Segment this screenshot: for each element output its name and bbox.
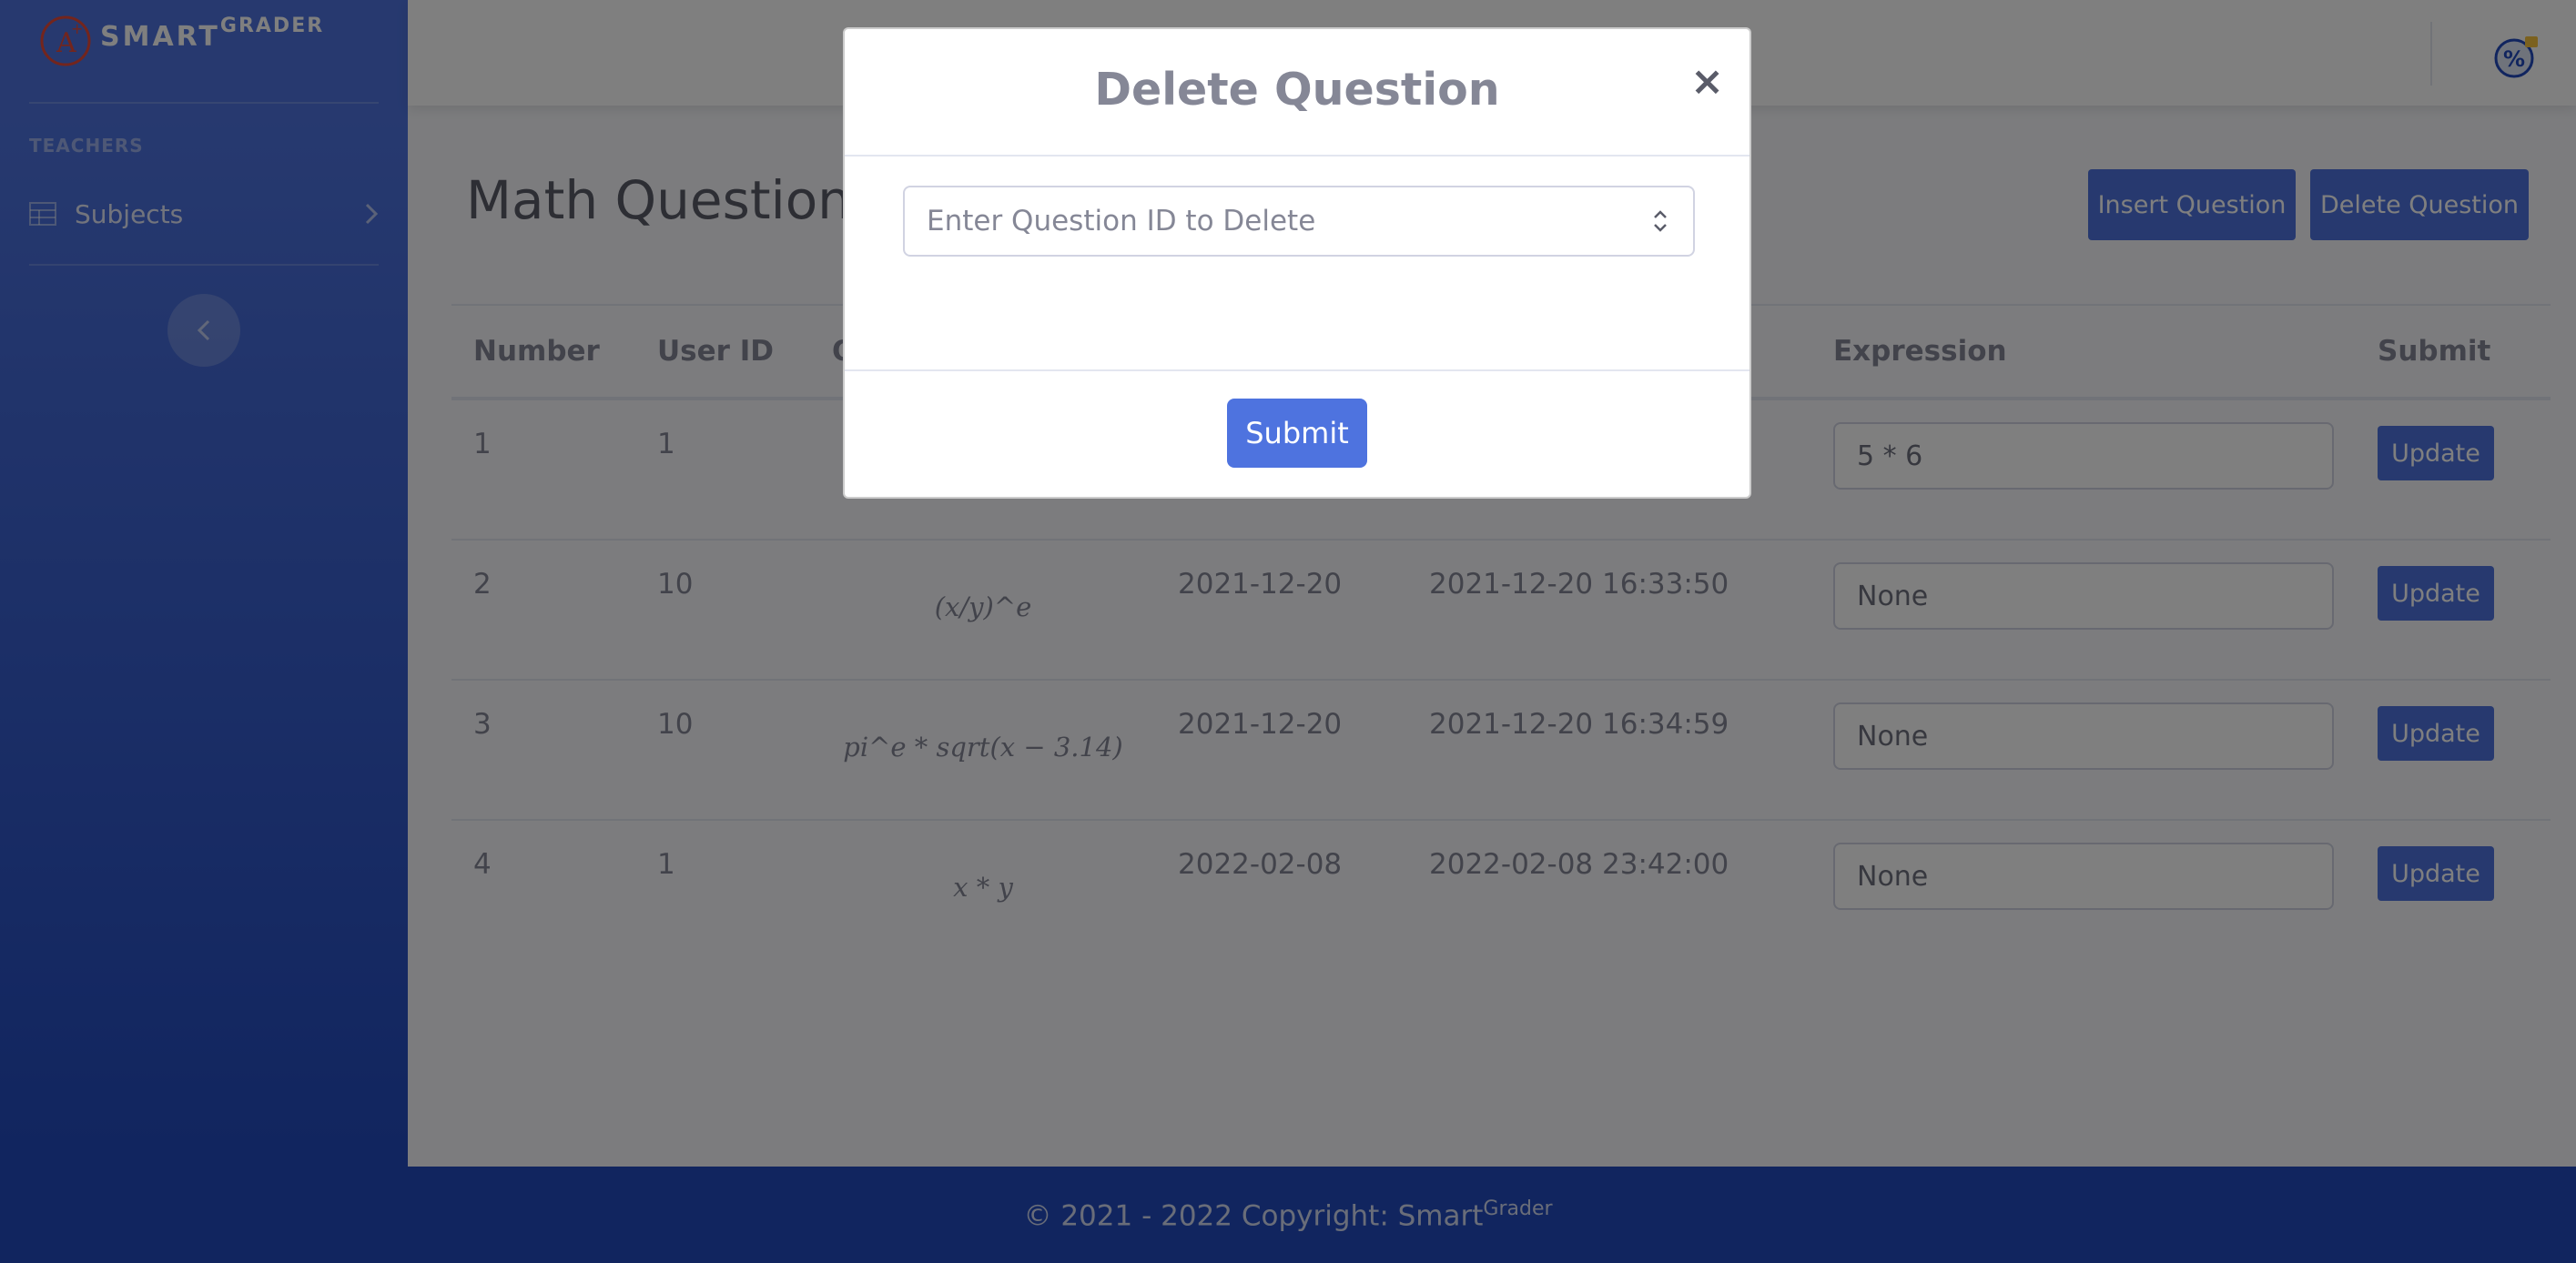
question-id-field	[903, 186, 1695, 257]
close-icon[interactable]: ×	[1690, 62, 1724, 102]
number-spinner-icon[interactable]	[1649, 206, 1671, 237]
modal-title: Delete Question	[1094, 64, 1500, 116]
delete-question-modal: Delete Question × Submit	[843, 27, 1751, 499]
modal-header: Delete Question ×	[845, 29, 1749, 157]
submit-button[interactable]: Submit	[1227, 399, 1367, 468]
modal-footer: Submit	[845, 369, 1749, 500]
question-id-input[interactable]	[905, 187, 1658, 255]
